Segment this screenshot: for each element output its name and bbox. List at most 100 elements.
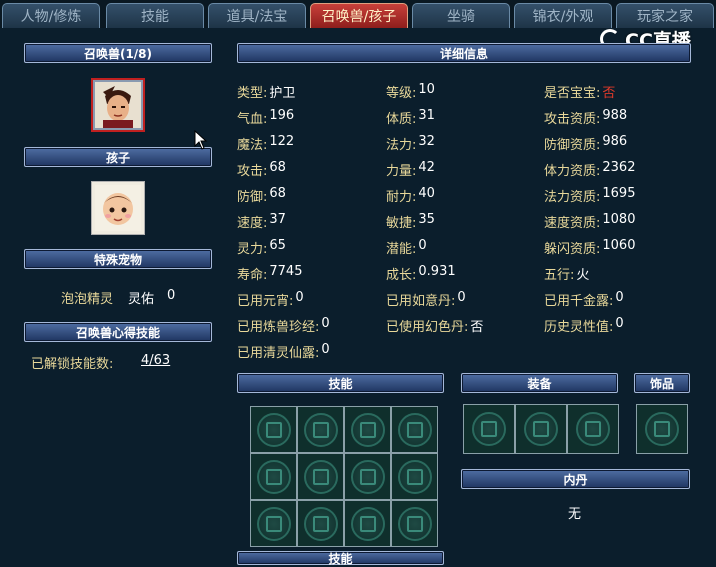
stat-label: 成长: [386, 268, 417, 283]
stat-label: 攻击: [237, 164, 268, 179]
stat-label: 已用千金露: [544, 294, 614, 309]
stat-value: 1080 [602, 212, 636, 227]
rune-icon [256, 412, 291, 447]
rune-icon [350, 506, 385, 541]
special-pet-stat-value: 0 [167, 288, 176, 303]
stat-value: 35 [418, 212, 435, 227]
rune-icon [350, 412, 385, 447]
accessory-section-header: 饰品 [634, 373, 690, 393]
rune-glyph-icon [265, 468, 282, 485]
stat-value: 42 [418, 160, 435, 175]
child-portrait[interactable] [91, 181, 145, 235]
item-slot[interactable] [392, 454, 437, 499]
tab-bar: 人物/修炼 技能 道具/法宝 召唤兽/孩子 坐骑 锦衣/外观 玩家之家 [0, 0, 716, 28]
special-pet-name[interactable]: 泡泡精灵 [61, 288, 113, 307]
item-slot[interactable] [516, 405, 566, 453]
tab-items[interactable]: 道具/法宝 [208, 3, 306, 28]
rune-glyph-icon [359, 421, 376, 438]
rune-glyph-icon [481, 421, 497, 437]
equipment-section-header: 装备 [461, 373, 618, 393]
item-slot[interactable] [251, 501, 296, 546]
item-slot[interactable] [345, 407, 390, 452]
stat-label: 体质: [386, 112, 417, 127]
item-slot[interactable] [392, 501, 437, 546]
stat-value: 0 [321, 316, 330, 331]
stat-value: 68 [269, 160, 286, 175]
stat-value: 0 [321, 342, 330, 357]
item-slot[interactable] [464, 405, 514, 453]
stat-label: 防御: [237, 190, 268, 205]
rune-glyph-icon [265, 515, 282, 532]
rune-glyph-icon [312, 468, 329, 485]
item-slot[interactable] [298, 454, 343, 499]
item-slot[interactable] [345, 501, 390, 546]
item-slot[interactable] [251, 454, 296, 499]
stat-value: 否 [602, 86, 616, 101]
rune-icon [472, 412, 506, 446]
stat-label: 是否宝宝: [544, 86, 601, 101]
rune-glyph-icon [359, 515, 376, 532]
rune-icon [303, 459, 338, 494]
rune-icon [256, 506, 291, 541]
rune-icon [645, 412, 679, 446]
item-slot[interactable] [298, 501, 343, 546]
tab-summons[interactable]: 召唤兽/孩子 [310, 3, 408, 28]
item-slot[interactable] [568, 405, 618, 453]
rune-glyph-icon [265, 421, 282, 438]
stat-label: 体力资质: [544, 164, 601, 179]
item-slot[interactable] [637, 405, 687, 453]
rune-glyph-icon [533, 421, 549, 437]
child-header[interactable]: 孩子 [24, 147, 212, 167]
summon-portrait[interactable] [91, 78, 145, 132]
summon-skills-header[interactable]: 召唤兽心得技能 [24, 322, 212, 342]
stat-value: 122 [269, 134, 295, 149]
rune-icon [350, 459, 385, 494]
stat-label: 耐力: [386, 190, 417, 205]
stat-label: 攻击资质: [544, 112, 601, 127]
tab-mount[interactable]: 坐骑 [412, 3, 510, 28]
rune-icon [397, 459, 432, 494]
child-portrait-icon [95, 185, 141, 231]
summon-header[interactable]: 召唤兽(1/8) [24, 43, 212, 63]
neidan-value: 无 [568, 507, 582, 522]
stat-value: 0 [615, 290, 624, 305]
stat-label: 气血: [237, 112, 268, 127]
rune-glyph-icon [359, 468, 376, 485]
item-slot[interactable] [251, 407, 296, 452]
stat-value: 31 [418, 108, 435, 123]
unlocked-skills-value[interactable]: 4/63 [141, 353, 170, 368]
stat-value: 0 [418, 238, 427, 253]
stat-value: 196 [269, 108, 295, 123]
tab-skills[interactable]: 技能 [106, 3, 204, 28]
stat-value: 988 [602, 108, 628, 123]
skills-section-header: 技能 [237, 373, 444, 393]
stat-label: 防御资质: [544, 138, 601, 153]
tab-home[interactable]: 玩家之家 [616, 3, 714, 28]
special-pet-stat-label: 灵佑 [128, 292, 155, 307]
tab-outfit[interactable]: 锦衣/外观 [514, 3, 612, 28]
special-pet-header[interactable]: 特殊宠物 [24, 249, 212, 269]
stat-value: 40 [418, 186, 435, 201]
rune-icon [524, 412, 558, 446]
rune-glyph-icon [585, 421, 601, 437]
stat-label: 已用清灵仙露: [237, 346, 320, 361]
neidan-section-header: 内丹 [461, 469, 690, 489]
rune-icon [397, 412, 432, 447]
rune-glyph-icon [654, 421, 670, 437]
item-slot[interactable] [392, 407, 437, 452]
stat-label: 等级: [386, 86, 417, 101]
item-slot[interactable] [345, 454, 390, 499]
rune-glyph-icon [406, 421, 423, 438]
stat-label: 已用如意丹: [386, 294, 456, 309]
stat-label: 类型: [237, 86, 268, 101]
rune-icon [576, 412, 610, 446]
rune-glyph-icon [406, 515, 423, 532]
stat-label: 躲闪资质: [544, 242, 601, 257]
stat-value: 0 [295, 290, 304, 305]
stat-label: 历史灵性值: [544, 320, 614, 335]
stat-value: 1060 [602, 238, 636, 253]
stat-label: 速度资质: [544, 216, 601, 231]
skill-grid [250, 406, 438, 547]
tab-character[interactable]: 人物/修炼 [2, 3, 100, 28]
item-slot[interactable] [298, 407, 343, 452]
